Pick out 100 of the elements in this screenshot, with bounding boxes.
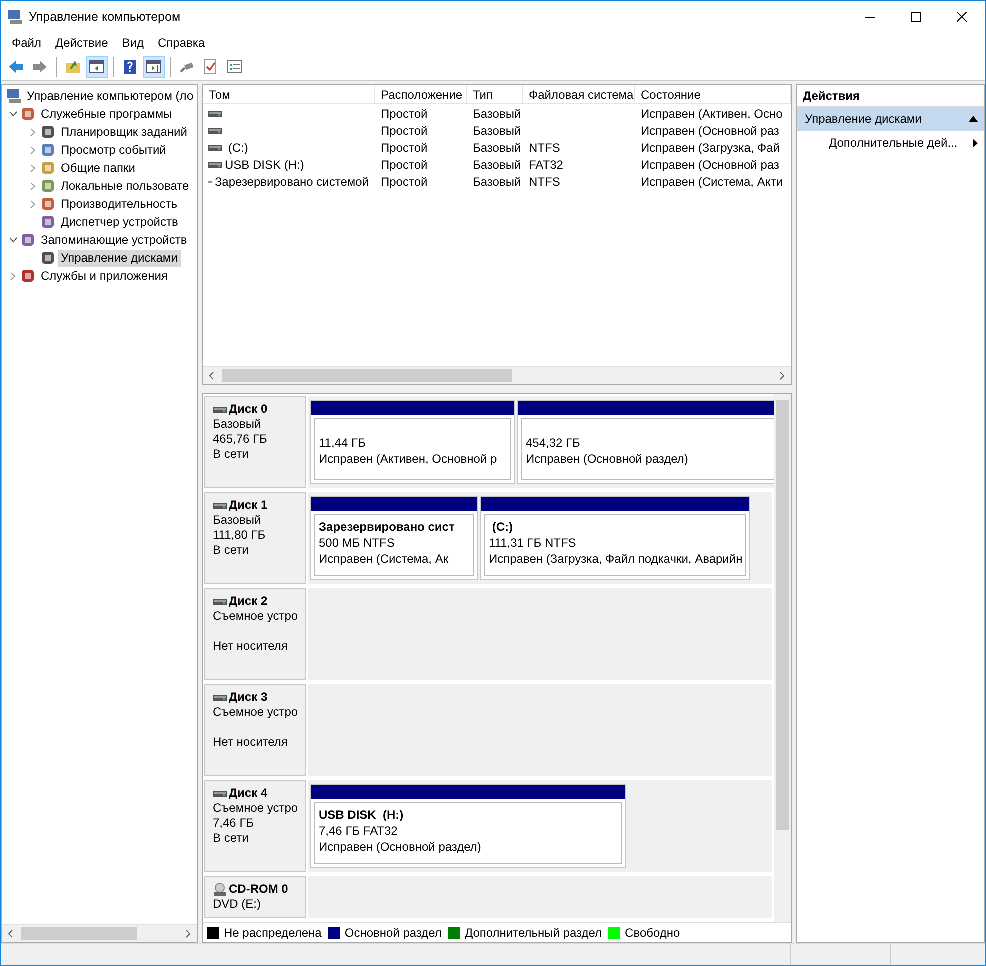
tree-item[interactable]: Диспетчер устройств [58, 214, 182, 230]
tree-item[interactable]: Запоминающие устройств [38, 232, 190, 248]
legend-label: Основной раздел [344, 926, 442, 940]
menu-item[interactable]: Действие [48, 34, 116, 52]
submenu-arrow-icon [973, 138, 978, 148]
disk-info: DVD (E:) [213, 897, 261, 911]
folder-icon [65, 60, 81, 74]
disk-name: Диск 2 [229, 594, 268, 609]
left-chevron-icon [209, 372, 214, 380]
disk-info: В сети [213, 831, 249, 845]
action-item[interactable]: Дополнительные дей... [797, 131, 984, 155]
legend-label: Свободно [625, 926, 680, 940]
back-arrow-icon [8, 60, 24, 74]
disk-info: 111,80 ГБ [213, 528, 266, 542]
table-cell: Исправен (Основной раз [641, 124, 780, 138]
close-icon [957, 12, 967, 22]
toolbar-button[interactable] [86, 56, 108, 78]
disk-name: Диск 1 [229, 498, 268, 513]
disk-name: Диск 4 [229, 786, 268, 801]
partition-status: Исправен (Основной раздел) [319, 839, 482, 855]
column-header[interactable]: Файловая система [523, 85, 635, 103]
legend-label: Не распределена [224, 926, 322, 940]
partition-status: Исправен (Основной раздел) [526, 451, 690, 467]
column-header[interactable]: Тип [467, 85, 523, 103]
disk-info: В сети [213, 447, 249, 461]
tree-item[interactable]: Служебные программы [38, 106, 176, 122]
menu-item[interactable]: Справка [151, 34, 212, 52]
scrollbar-thumb[interactable] [776, 400, 789, 830]
table-cell: Простой [381, 124, 428, 138]
tree-item[interactable]: Производительность [58, 196, 180, 212]
volume-icon [208, 144, 222, 152]
partition-size: 454,32 ГБ [526, 435, 582, 451]
left-chevron-icon [8, 930, 13, 938]
partition-size: 11,44 ГБ [319, 435, 367, 451]
tree-item[interactable]: Управление дисками [58, 250, 181, 266]
table-cell: Исправен (Система, Акти [641, 174, 783, 188]
volume-icon [208, 110, 222, 118]
partition-title: USB DISK (H:) [319, 807, 405, 823]
table-cell: Базовый [473, 124, 522, 138]
disk-info: Базовый [213, 417, 262, 431]
table-cell: USB DISK (H:) [225, 158, 304, 172]
scrollbar-thumb[interactable] [21, 927, 137, 940]
partition-title: (C:) [491, 519, 514, 535]
partition[interactable]: 454,32 ГБ Исправен (Основной раздел) [517, 400, 774, 484]
tree-item[interactable]: Планировщик заданий [58, 124, 190, 140]
partition-status: Исправен (Активен, Основной р [319, 451, 498, 467]
scrollbar-thumb[interactable] [222, 369, 512, 382]
forward-arrow-icon [32, 60, 48, 74]
disk-info: Нет носителя [213, 735, 288, 749]
disk-name: CD-ROM 0 [229, 882, 288, 897]
table-cell: Исправен (Основной раз [641, 158, 780, 172]
disk-info: 7,46 ГБ [213, 816, 254, 830]
table-cell-text: (C:) [227, 140, 248, 154]
right-chevron-icon [186, 930, 191, 938]
partition[interactable]: USB DISK (H:) 7,46 ГБ FAT32 Исправен (Основной раздел) [310, 784, 626, 868]
table-cell: Базовый [473, 140, 522, 154]
table-cell: Простой [381, 106, 428, 120]
table-cell: Простой [381, 174, 428, 188]
table-cell: NTFS [529, 140, 560, 154]
volume-icon [208, 126, 222, 134]
table-cell: NTFS [529, 174, 560, 188]
tree-item[interactable]: Службы и приложения [38, 268, 171, 284]
partition-status: Исправен (Загрузка, Файл подкачки, Аварийн [489, 551, 741, 567]
table-cell: Исправен (Активен, Осно [641, 106, 783, 120]
tree-item[interactable]: Просмотр событий [58, 142, 170, 158]
partition-status: Исправен (Система, Ак [319, 551, 450, 567]
tree-pane-icon [89, 60, 105, 74]
actions-section[interactable]: Управление дисками [797, 107, 984, 131]
partition-size: 500 МБ NTFS [319, 535, 396, 551]
table-cell: FAT32 [529, 158, 564, 172]
help-icon [123, 58, 137, 74]
table-cell: Базовый [473, 158, 522, 172]
checklist-icon [204, 58, 218, 74]
partition[interactable]: 11,44 ГБ Исправен (Активен, Основной р [310, 400, 515, 484]
partition-title: Зарезервировано сист [319, 519, 456, 535]
legend-label: Дополнительный раздел [464, 926, 602, 940]
tree-item[interactable]: Общие папки [58, 160, 138, 176]
disk-name: Диск 0 [229, 402, 268, 417]
window-title: Управление компьютером [29, 10, 182, 24]
menu-item[interactable]: Файл [5, 34, 49, 52]
tree-item[interactable]: Локальные пользовате [58, 178, 192, 194]
right-chevron-icon [780, 372, 785, 380]
toolbar-button[interactable] [143, 56, 165, 78]
partition[interactable]: Зарезервировано сист 500 МБ NTFS Исправен (Система, Ак [310, 496, 478, 580]
column-header[interactable]: Состояние [635, 85, 791, 103]
volume-icon [208, 160, 222, 168]
column-header[interactable]: Том [203, 85, 375, 103]
computer-icon [6, 88, 22, 104]
menu-item[interactable]: Вид [115, 34, 151, 52]
disk-info: 465,76 ГБ [213, 432, 268, 446]
tree-item[interactable]: Управление компьютером (ло [24, 88, 197, 104]
disk-info: В сети [213, 543, 249, 557]
collapse-arrow-icon [969, 116, 978, 122]
column-header[interactable]: Расположение [375, 85, 467, 103]
list-icon [227, 60, 243, 74]
table-cell: Базовый [473, 106, 522, 120]
table-cell: Зарезервировано системой [214, 174, 369, 188]
partition[interactable]: (C:) 111,31 ГБ NTFS Исправен (Загрузка, Файл подкачки, Аварийн [480, 496, 750, 580]
table-cell: Простой [381, 140, 428, 154]
disk-info: Нет носителя [213, 639, 288, 653]
